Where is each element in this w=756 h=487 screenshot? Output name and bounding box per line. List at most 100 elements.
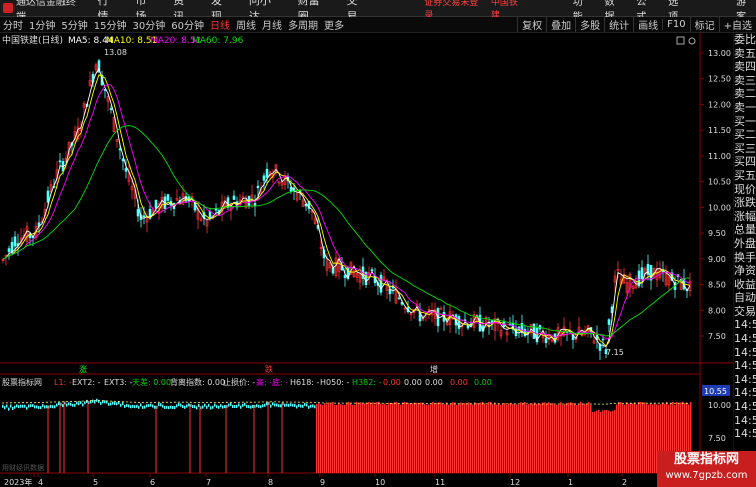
indicator-bar	[450, 403, 452, 473]
quote-field: 涨跌	[734, 196, 756, 210]
indicator-bar	[412, 403, 414, 473]
time-tick: 8	[268, 478, 273, 487]
indicator-bar	[646, 404, 648, 473]
candle-body	[262, 175, 266, 181]
btn-zixuan[interactable]: +自选	[718, 17, 756, 32]
indicator-bar	[126, 403, 128, 407]
indicator-bar	[574, 403, 576, 473]
data-source-label: 用财经讯数据	[2, 463, 44, 472]
indicator-bar	[518, 404, 520, 473]
quote-field: 14:50	[734, 413, 756, 427]
indicator-bar	[362, 403, 364, 473]
btn-f10[interactable]: F10	[662, 19, 689, 30]
indicator-bar	[72, 403, 74, 407]
indicator-bar	[334, 404, 336, 473]
indicator-bar	[206, 405, 208, 409]
indicator-bar	[296, 405, 298, 409]
marker-up: 涨	[79, 364, 87, 374]
time-tick: 5	[93, 478, 98, 487]
indicator-bar	[498, 403, 500, 473]
btn-duogu[interactable]: 多股	[575, 17, 604, 32]
indicator-bar	[514, 403, 516, 473]
quote-field: 买三	[734, 141, 756, 155]
indicator-bar	[464, 402, 466, 473]
quote-field: 自动	[734, 291, 756, 305]
candle-body	[397, 297, 401, 300]
indicator-bar	[198, 403, 200, 407]
indicator-bar	[536, 403, 538, 473]
quote-field: 交易	[734, 304, 756, 318]
indicator-bar	[516, 404, 518, 473]
time-tick: 2	[622, 478, 627, 487]
indicator-bar	[338, 402, 340, 473]
indicator-bar	[522, 402, 524, 473]
indicator-bar	[640, 401, 642, 473]
indicator-bar	[54, 405, 56, 409]
indicator-bar	[228, 403, 230, 407]
sub-h618: H618: -	[290, 378, 320, 387]
period-multi[interactable]: 多周期	[285, 17, 321, 32]
period-15min[interactable]: 15分钟	[91, 17, 130, 32]
zoom-icon[interactable]	[688, 37, 696, 45]
indicator-bar	[50, 404, 52, 408]
btn-diejia[interactable]: 叠加	[546, 17, 575, 32]
settings-icon[interactable]	[676, 36, 685, 45]
period-monthly[interactable]: 月线	[259, 17, 285, 32]
indicator-bar	[192, 405, 194, 409]
indicator-bar	[572, 403, 574, 473]
indicator-bar	[654, 403, 656, 473]
indicator-bar	[42, 404, 44, 408]
indicator-bar	[418, 403, 420, 473]
indicator-bar	[114, 401, 116, 405]
price-tick: 11.50	[708, 126, 731, 135]
indicator-bar	[230, 402, 232, 406]
chart-controls[interactable]	[676, 36, 696, 45]
indicator-bar	[134, 405, 136, 409]
indicator-bar	[284, 403, 286, 407]
indicator-bar	[74, 403, 76, 407]
indicator-bar	[288, 403, 290, 407]
price-tick: 11.00	[708, 152, 731, 161]
indicator-bar	[204, 403, 206, 407]
indicator-bar	[6, 404, 8, 408]
indicator-bar	[244, 402, 246, 406]
btn-fuquan[interactable]: 复权	[517, 17, 546, 32]
period-60min[interactable]: 60分钟	[168, 17, 207, 32]
indicator-bar	[582, 404, 584, 473]
period-1min[interactable]: 1分钟	[26, 17, 58, 32]
sub-v5: 0.00	[474, 378, 492, 387]
indicator-bar	[4, 406, 6, 410]
indicator-bar	[322, 404, 324, 473]
indicator-bar	[468, 402, 470, 473]
indicator-bar	[622, 404, 624, 473]
indicator-bar	[390, 403, 392, 473]
indicator-bar	[292, 403, 294, 407]
quote-field: 委比	[734, 33, 756, 46]
indicator-bar	[438, 402, 440, 473]
kline-chart[interactable]: 中国铁建(日线) MA5: 8.44 MA10: 8.51 MA20: 8.52…	[0, 33, 733, 487]
indicator-bar	[598, 409, 600, 473]
indicator-bar	[312, 404, 314, 408]
indicator-bar	[70, 402, 72, 406]
period-more[interactable]: 更多	[321, 17, 347, 32]
indicator-bar	[460, 402, 462, 473]
btn-huaxian[interactable]: 画线	[633, 17, 662, 32]
period-30min[interactable]: 30分钟	[129, 17, 168, 32]
indicator-bar	[38, 406, 40, 410]
indicator-bar	[348, 401, 350, 473]
period-fenshi[interactable]: 分时	[0, 17, 26, 32]
period-daily[interactable]: 日线	[207, 17, 233, 32]
quote-field: 收益	[734, 277, 756, 291]
indicator-bar	[510, 402, 512, 473]
period-5min[interactable]: 5分钟	[58, 17, 90, 32]
btn-biaoji[interactable]: 标记	[689, 17, 719, 32]
indicator-bar	[110, 402, 112, 406]
indicator-bar	[492, 404, 494, 473]
indicator-bar	[370, 403, 372, 473]
indicator-bar	[276, 403, 278, 407]
period-weekly[interactable]: 周线	[233, 17, 259, 32]
indicator-bar	[576, 404, 578, 473]
quote-field: 14:50	[734, 372, 756, 386]
indicator-bar	[350, 403, 352, 473]
btn-tongji[interactable]: 统计	[604, 17, 633, 32]
